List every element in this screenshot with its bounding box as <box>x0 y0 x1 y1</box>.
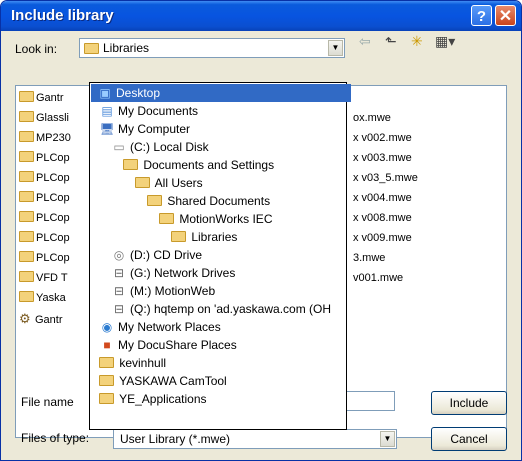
include-library-dialog: Include library ? ✕ Look in: Libraries ▼… <box>0 0 522 461</box>
folder-icon <box>99 393 114 404</box>
dropdown-item-kevinhull[interactable]: kevinhull <box>91 354 353 372</box>
folder-icon <box>147 195 162 206</box>
folder-icon <box>19 231 34 242</box>
dropdown-item-d-drive[interactable]: ◎ (D:) CD Drive <box>91 246 365 264</box>
library-file-icon: ⚙ <box>19 311 31 326</box>
dropdown-item-motionworks-iec[interactable]: MotionWorks IEC <box>91 210 413 228</box>
help-button[interactable]: ? <box>471 5 492 26</box>
folder-icon <box>84 43 99 54</box>
views-menu-icon[interactable]: ▦▾ <box>435 33 455 50</box>
look-in-combo[interactable]: Libraries ▼ <box>79 38 345 58</box>
dropdown-item-my-docushare-places[interactable]: ■ My DocuShare Places <box>91 336 353 354</box>
folder-open-icon <box>171 231 186 242</box>
folder-icon <box>19 191 34 202</box>
back-icon[interactable]: ⇦ <box>359 33 371 50</box>
my-documents-icon: ▤ <box>101 104 113 118</box>
folder-icon <box>99 375 114 386</box>
chevron-down-icon[interactable]: ▼ <box>380 431 395 447</box>
folder-icon <box>19 211 34 222</box>
folder-icon <box>19 151 34 162</box>
dropdown-item-desktop[interactable]: ▣ Desktop <box>91 84 351 102</box>
dropdown-item-my-computer[interactable]: 🖥 My Computer <box>91 120 353 138</box>
folder-icon <box>99 357 114 368</box>
folder-icon <box>19 91 34 102</box>
network-drive-icon: ⊟ <box>113 266 125 280</box>
dropdown-item-my-documents[interactable]: ▤ My Documents <box>91 102 353 120</box>
my-computer-icon: 🖥 <box>99 122 115 136</box>
up-folder-icon[interactable]: ⬑ <box>385 33 397 50</box>
include-button[interactable]: Include <box>431 391 507 415</box>
dropdown-item-q-drive[interactable]: ⊟ (Q:) hqtemp on 'ad.yaskawa.com (OH <box>91 300 365 318</box>
chevron-down-icon[interactable]: ▼ <box>328 40 343 56</box>
dropdown-item-c-drive[interactable]: ▭ (C:) Local Disk <box>91 138 365 156</box>
folder-icon <box>123 159 138 170</box>
network-drive-icon: ⊟ <box>113 302 125 316</box>
files-of-type-label: Files of type: <box>21 431 90 445</box>
files-of-type-select[interactable]: User Library (*.mwe) ▼ <box>113 429 397 449</box>
folder-icon <box>159 213 174 224</box>
look-in-dropdown[interactable]: ▣ Desktop ▤ My Documents 🖥 My Computer ▭ (C:… <box>89 82 351 430</box>
dropdown-item-documents-and-settings[interactable]: Documents and Settings <box>91 156 377 174</box>
window-title: Include library <box>11 7 114 24</box>
folder-icon <box>19 131 34 142</box>
dropdown-item-yaskawa-camtool[interactable]: YASKAWA CamTool <box>91 372 353 390</box>
cd-drive-icon: ◎ <box>113 248 125 262</box>
dropdown-item-all-users[interactable]: All Users <box>91 174 389 192</box>
network-drive-icon: ⊟ <box>113 284 125 298</box>
dropdown-item-shared-documents[interactable]: Shared Documents <box>91 192 401 210</box>
dropdown-item-ye-applications[interactable]: YE_Applications <box>91 390 353 408</box>
dropdown-item-my-network-places[interactable]: ◉ My Network Places <box>91 318 353 336</box>
network-places-icon: ◉ <box>101 320 113 334</box>
desktop-icon: ▣ <box>99 86 111 100</box>
look-in-value: Libraries <box>103 41 150 55</box>
local-disk-icon: ▭ <box>113 140 125 154</box>
folder-icon <box>19 111 34 122</box>
folder-icon <box>19 251 34 262</box>
folder-icon <box>19 171 34 182</box>
folder-icon <box>19 271 34 282</box>
file-name-label: File name <box>21 395 74 409</box>
docushare-icon: ■ <box>103 338 111 352</box>
look-in-label: Look in: <box>15 42 58 56</box>
folder-icon <box>135 177 150 188</box>
dropdown-item-g-drive[interactable]: ⊟ (G:) Network Drives <box>91 264 365 282</box>
cancel-button[interactable]: Cancel <box>431 427 507 451</box>
dropdown-item-m-drive[interactable]: ⊟ (M:) MotionWeb <box>91 282 365 300</box>
new-folder-icon[interactable]: ✳ <box>411 33 423 50</box>
close-button[interactable]: ✕ <box>495 5 516 26</box>
title-bar: Include library ? ✕ <box>1 1 521 31</box>
folder-icon <box>19 291 34 302</box>
dropdown-item-libraries[interactable]: Libraries <box>91 228 425 246</box>
